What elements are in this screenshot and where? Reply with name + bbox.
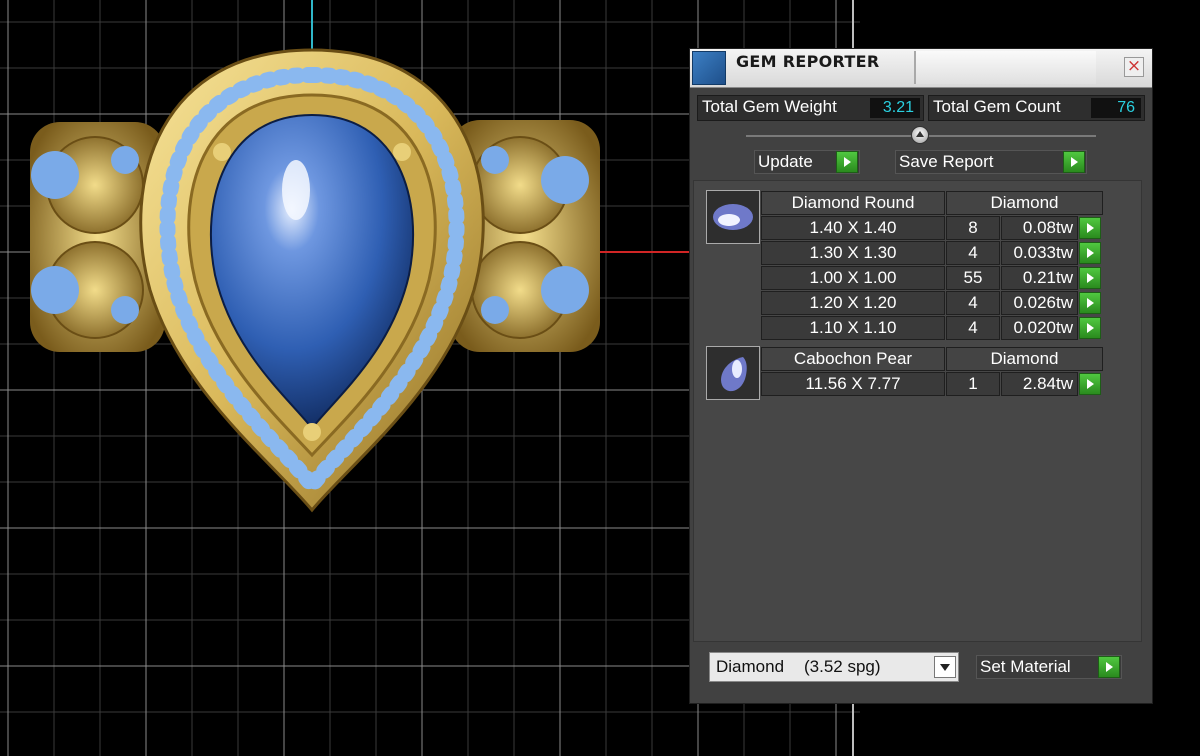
gem-count: 4 (946, 291, 1000, 315)
gem-size: 1.20 X 1.20 (761, 291, 945, 315)
select-row-arrow-icon[interactable] (1079, 292, 1101, 314)
gem-count: 1 (946, 372, 1000, 396)
play-arrow-icon (836, 151, 858, 173)
material-dropdown[interactable]: Diamond (3.52 spg) (709, 652, 959, 682)
gem-weight: 0.026tw (1001, 291, 1078, 315)
gem-size: 1.30 X 1.30 (761, 241, 945, 265)
play-arrow-icon (1063, 151, 1085, 173)
gem-count: 8 (946, 216, 1000, 240)
material-name: Diamond (716, 657, 785, 676)
chevron-down-icon[interactable] (934, 656, 956, 678)
total-gem-count-label: Total Gem Count (933, 97, 1061, 116)
gem-count: 55 (946, 266, 1000, 290)
total-gem-weight-value: 3.21 (870, 98, 920, 118)
title-bar[interactable]: GEM REPORTER × (690, 49, 1152, 88)
update-button[interactable]: Update (754, 150, 860, 174)
gem-weight: 0.08tw (1001, 216, 1078, 240)
save-report-button-label: Save Report (899, 152, 994, 171)
slider-knob-icon[interactable] (911, 126, 929, 144)
group-shape: Diamond Round (761, 191, 945, 215)
gem-count: 4 (946, 316, 1000, 340)
gem-size: 1.10 X 1.10 (761, 316, 945, 340)
gem-list: Diamond Round Diamond 1.40 X 1.40 8 0.08… (693, 180, 1142, 642)
update-button-label: Update (758, 152, 813, 171)
panel-title: GEM REPORTER (736, 52, 880, 71)
total-gem-weight-label: Total Gem Weight (702, 97, 837, 116)
close-button[interactable]: × (1124, 57, 1144, 77)
gem-size: 1.00 X 1.00 (761, 266, 945, 290)
select-row-arrow-icon[interactable] (1079, 242, 1101, 264)
total-gem-count-value: 76 (1091, 98, 1141, 118)
group-material: Diamond (946, 191, 1103, 215)
select-row-arrow-icon[interactable] (1079, 317, 1101, 339)
material-spg: (3.52 spg) (804, 657, 881, 676)
group-material: Diamond (946, 347, 1103, 371)
select-row-arrow-icon[interactable] (1079, 373, 1101, 395)
gem-size: 11.56 X 7.77 (761, 372, 945, 396)
gem-size: 1.40 X 1.40 (761, 216, 945, 240)
gem-weight: 0.020tw (1001, 316, 1078, 340)
gem-weight: 2.84tw (1001, 372, 1078, 396)
play-arrow-icon (1098, 656, 1120, 678)
save-report-button[interactable]: Save Report (895, 150, 1087, 174)
title-tab (914, 51, 1096, 84)
set-material-button[interactable]: Set Material (976, 655, 1122, 679)
total-gem-weight: Total Gem Weight 3.21 (697, 95, 924, 121)
gem-reporter-app-icon (692, 51, 726, 85)
select-row-arrow-icon[interactable] (1079, 267, 1101, 289)
gem-weight: 0.21tw (1001, 266, 1078, 290)
set-material-button-label: Set Material (980, 657, 1071, 676)
gem-reporter-panel: GEM REPORTER × Total Gem Weight 3.21 Tot… (689, 48, 1153, 704)
total-gem-count: Total Gem Count 76 (928, 95, 1145, 121)
select-row-arrow-icon[interactable] (1079, 217, 1101, 239)
group-shape: Cabochon Pear (761, 347, 945, 371)
gem-count: 4 (946, 241, 1000, 265)
round-gem-icon (706, 190, 760, 244)
pear-gem-icon (706, 346, 760, 400)
gem-weight: 0.033tw (1001, 241, 1078, 265)
